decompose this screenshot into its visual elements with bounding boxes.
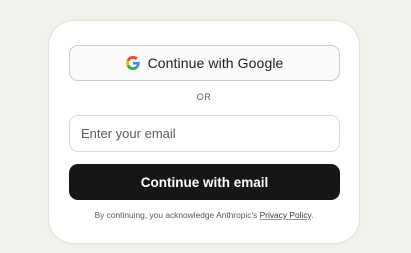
or-divider: OR <box>196 92 212 102</box>
google-icon <box>125 56 140 70</box>
continue-with-google-button[interactable]: Continue with Google <box>69 45 340 81</box>
privacy-policy-link[interactable]: Privacy Policy <box>260 210 312 220</box>
legal-prefix: By continuing, you acknowledge Anthropic… <box>94 210 260 220</box>
legal-notice: By continuing, you acknowledge Anthropic… <box>49 210 359 220</box>
email-button-label: Continue with email <box>140 174 269 190</box>
sign-in-card: Continue with Google OR Continue with em… <box>48 20 360 244</box>
legal-suffix: . <box>311 210 314 220</box>
continue-with-email-button[interactable]: Continue with email <box>69 164 340 200</box>
google-button-label: Continue with Google <box>147 55 284 71</box>
email-input[interactable] <box>69 115 340 152</box>
